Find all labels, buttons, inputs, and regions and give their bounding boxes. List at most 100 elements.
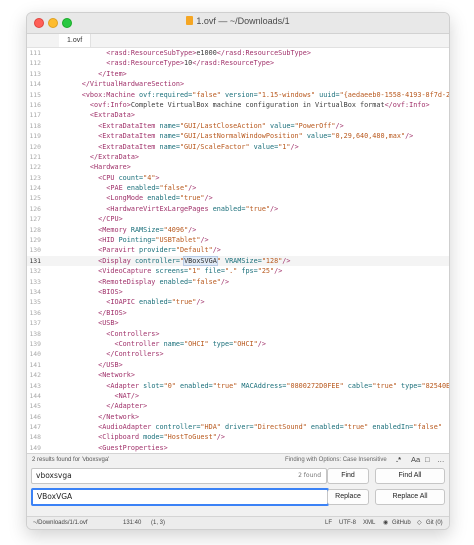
- code-token: </CPU>: [98, 215, 123, 224]
- code-text: <vbox:Machine ovf:required="false" versi…: [49, 90, 449, 100]
- code-token: />: [188, 225, 197, 234]
- replace-input[interactable]: VBoxVGA: [31, 488, 329, 506]
- cursor-position-status[interactable]: 131:40: [123, 517, 141, 529]
- code-line[interactable]: 111 <rasd:ResourceSubType>e1000</rasd:Re…: [27, 48, 449, 58]
- case-sensitive-toggle-icon[interactable]: Aa: [411, 455, 420, 464]
- github-status[interactable]: GitHub: [392, 517, 411, 529]
- code-line[interactable]: 136 </BIOS>: [27, 308, 449, 318]
- code-line[interactable]: 145 </Adapter>: [27, 401, 449, 411]
- code-token: "HDA": [200, 423, 221, 432]
- tab-1-ovf[interactable]: 1.ovf: [59, 34, 92, 47]
- code-line[interactable]: 147 <AudioAdapter controller="HDA" drive…: [27, 422, 449, 432]
- find-result-count: 2 found: [298, 472, 321, 479]
- code-line[interactable]: 133 <RemoteDisplay enabled="false"/>: [27, 277, 449, 287]
- code-line[interactable]: 142 <Network>: [27, 370, 449, 380]
- code-line[interactable]: 140 </Controllers>: [27, 349, 449, 359]
- grammar-status[interactable]: XML: [363, 517, 375, 529]
- more-options-icon[interactable]: …: [437, 455, 445, 464]
- github-icon[interactable]: ◉: [383, 517, 388, 529]
- code-token: name=: [159, 142, 180, 151]
- find-status-text: 2 results found for 'vboxsvga': [32, 457, 110, 463]
- code-token: <HardwareVirtExLargePages: [106, 204, 213, 213]
- code-line[interactable]: 134 <BIOS>: [27, 287, 449, 297]
- code-token: name=: [163, 339, 185, 348]
- code-editor[interactable]: 111 <rasd:ResourceSubType>e1000</rasd:Re…: [27, 48, 449, 453]
- code-text: <ExtraDataItem name="GUI/LastCloseAction…: [49, 121, 344, 131]
- code-token: <VideoCapture: [98, 267, 156, 276]
- find-all-button[interactable]: Find All: [375, 468, 445, 484]
- code-line[interactable]: 117 <ExtraData>: [27, 110, 449, 120]
- code-line[interactable]: 146 </Network>: [27, 412, 449, 422]
- code-line[interactable]: 127 </CPU>: [27, 214, 449, 224]
- code-line[interactable]: 144 <NAT/>: [27, 391, 449, 401]
- code-line[interactable]: 130 <Paravirt provider="Default"/>: [27, 245, 449, 255]
- replace-all-button[interactable]: Replace All: [375, 489, 445, 505]
- code-line[interactable]: 141 </USB>: [27, 360, 449, 370]
- code-token: "true": [212, 381, 238, 390]
- line-number: 120: [29, 142, 41, 151]
- code-line[interactable]: 138 <Controllers>: [27, 329, 449, 339]
- file-path-status[interactable]: ~/Downloads/1/1.ovf: [33, 517, 88, 529]
- code-line[interactable]: 118 <ExtraDataItem name="GUI/LastCloseAc…: [27, 121, 449, 131]
- replace-button[interactable]: Replace: [327, 489, 369, 505]
- code-line[interactable]: 124 <PAE enabled="false"/>: [27, 183, 449, 193]
- code-token: enabled=: [175, 381, 213, 390]
- code-line[interactable]: 148 <Clipboard mode="HostToGuest"/>: [27, 432, 449, 442]
- code-line[interactable]: 129 <HID Pointing="USBTablet"/>: [27, 235, 449, 245]
- regex-toggle-icon[interactable]: .*: [396, 455, 401, 464]
- find-button[interactable]: Find: [327, 468, 369, 484]
- code-token: "OHCI": [184, 339, 209, 348]
- code-line[interactable]: 112 <rasd:ResourceType>10</rasd:Resource…: [27, 58, 449, 68]
- code-line[interactable]: 139 <Controller name="OHCI" type="OHCI"/…: [27, 339, 449, 349]
- line-number: 142: [29, 371, 41, 380]
- code-token: Complete VirtualBox machine configuratio…: [130, 100, 385, 109]
- code-line[interactable]: 113 </Item>: [27, 69, 449, 79]
- code-token: enabled=: [159, 277, 193, 286]
- code-line[interactable]: 149 <GuestProperties>: [27, 443, 449, 453]
- code-line[interactable]: 126 <HardwareVirtExLargePages enabled="t…: [27, 204, 449, 214]
- code-token: "true": [245, 204, 271, 213]
- code-token: value=: [249, 142, 279, 151]
- code-line[interactable]: 120 <ExtraDataItem name="GUI/ScaleFactor…: [27, 142, 449, 152]
- code-line[interactable]: 132 <VideoCapture screens="1" file="." f…: [27, 266, 449, 276]
- code-token: type=: [208, 339, 234, 348]
- line-number: 141: [29, 360, 41, 369]
- git-status[interactable]: Git (0): [426, 517, 443, 529]
- code-line[interactable]: 116 <ovf:Info>Complete VirtualBox machin…: [27, 100, 449, 110]
- code-line[interactable]: 115 <vbox:Machine ovf:required="false" v…: [27, 90, 449, 100]
- code-text: <NAT/>: [49, 391, 139, 401]
- code-token: <vbox:Machine: [81, 90, 140, 99]
- code-token: <AudioAdapter: [98, 423, 156, 432]
- code-line[interactable]: 122 <Hardware>: [27, 162, 449, 172]
- code-line[interactable]: 119 <ExtraDataItem name="GUI/LastNormalW…: [27, 131, 449, 141]
- code-token: <ovf:Info>: [89, 100, 131, 109]
- code-line[interactable]: 143 <Adapter slot="0" enabled="true" MAC…: [27, 381, 449, 391]
- code-line[interactable]: 114 </VirtualHardwareSection>: [27, 79, 449, 89]
- line-number: 111: [29, 49, 41, 57]
- code-token: provider=: [139, 246, 176, 255]
- whole-word-toggle-icon[interactable]: □: [425, 455, 430, 464]
- code-token: <Memory: [98, 225, 131, 234]
- code-line[interactable]: 135 <IOAPIC enabled="true"/>: [27, 297, 449, 307]
- line-number: 132: [29, 267, 41, 276]
- code-token: "25": [257, 267, 275, 276]
- code-token: "USBTablet": [155, 236, 201, 245]
- code-line[interactable]: 123 <CPU count="4">: [27, 173, 449, 183]
- code-line[interactable]: 125 <LongMode enabled="true"/>: [27, 193, 449, 203]
- code-line[interactable]: 131 <Display controller="VBoxSVGA" VRAMS…: [27, 255, 449, 267]
- code-text: <BIOS>: [49, 287, 123, 297]
- code-line[interactable]: 121 </ExtraData>: [27, 152, 449, 162]
- line-number: 137: [29, 319, 41, 328]
- line-ending-status[interactable]: LF: [325, 517, 332, 529]
- encoding-status[interactable]: UTF-8: [339, 517, 356, 529]
- line-number: 143: [29, 381, 41, 390]
- code-line[interactable]: 137 <USB>: [27, 318, 449, 328]
- code-line[interactable]: 128 <Memory RAMSize="4096"/>: [27, 225, 449, 235]
- find-input[interactable]: vboxsvga 2 found: [31, 468, 327, 484]
